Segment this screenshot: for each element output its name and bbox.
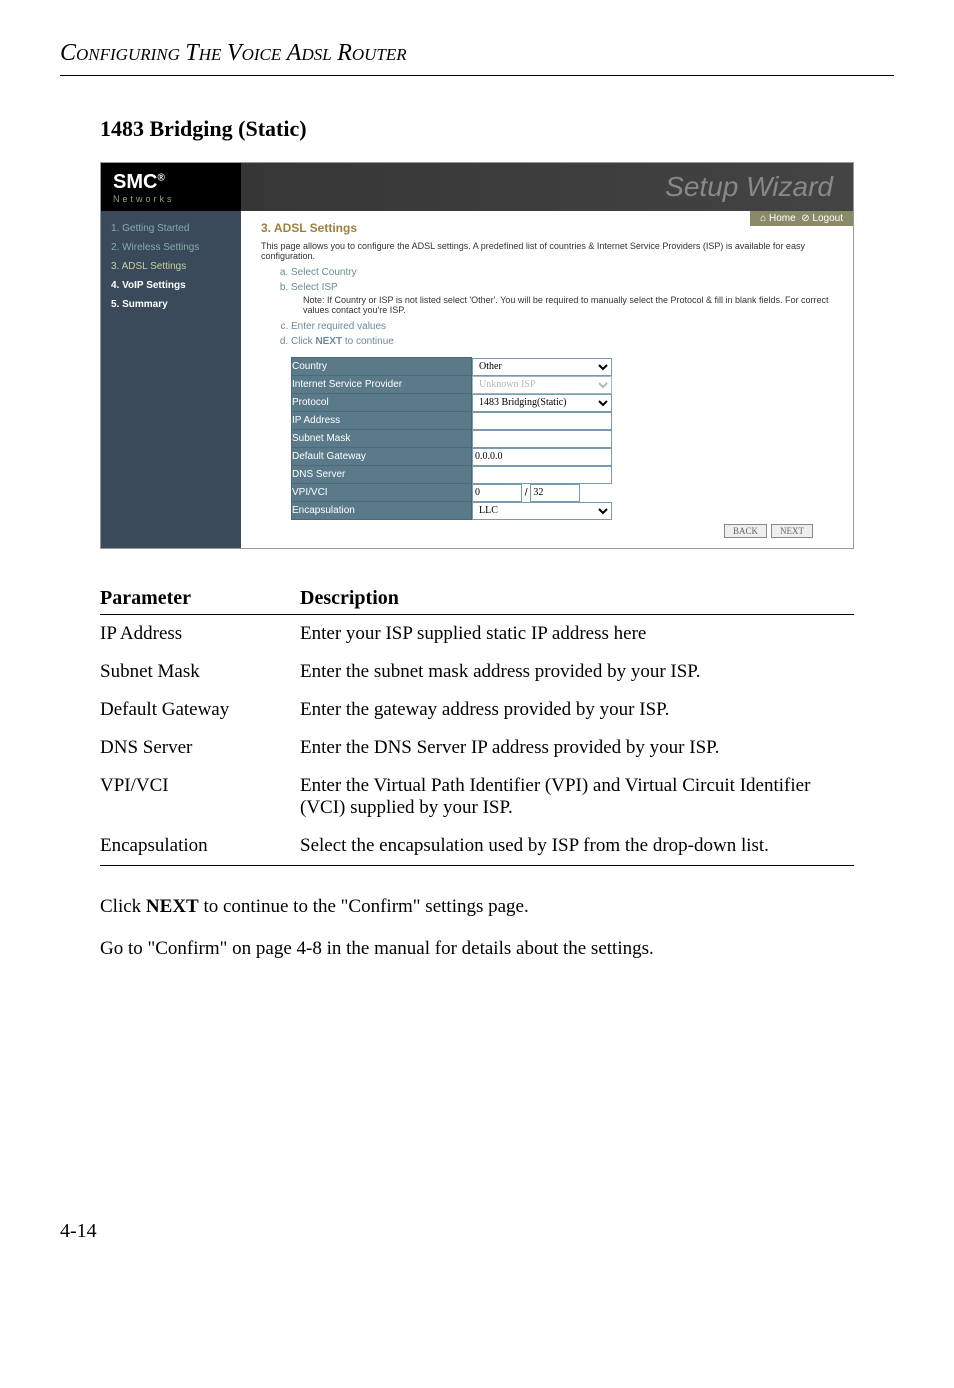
form-label-internet-service-provider: Internet Service Provider [292, 376, 472, 394]
panel-title: 3. ADSL Settings [261, 221, 833, 235]
form-select-internet-service-provider[interactable]: Unknown ISP [472, 376, 612, 394]
param-description: Enter the DNS Server IP address provided… [300, 729, 854, 767]
wizard-sidebar: 1. Getting Started 2. Wireless Settings … [101, 211, 241, 548]
form-input-vci[interactable] [530, 484, 580, 502]
back-button[interactable]: BACK [724, 524, 767, 538]
header-rule [60, 75, 894, 76]
table-row: VPI/VCIEnter the Virtual Path Identifier… [100, 767, 854, 827]
param-name: DNS Server [100, 729, 300, 767]
goto-confirm-text: Go to "Confirm" on page 4-8 in the manua… [100, 938, 854, 960]
wizard-title: Setup Wizard [241, 171, 853, 203]
app-header: SMC® Networks Setup Wizard [101, 163, 853, 211]
form-input-subnet-mask[interactable] [472, 430, 612, 448]
page-header: CONFIGURING THE VOICE ADSL ROUTER [60, 40, 894, 67]
desc-col-header: Description [300, 579, 854, 615]
section-title: 1483 Bridging (Static) [100, 116, 894, 142]
form-label-default-gateway: Default Gateway [292, 448, 472, 466]
form-label-encapsulation: Encapsulation [292, 502, 472, 520]
step-b: Select ISP Note: If Country or ISP is no… [291, 282, 833, 315]
click-next-text: Click NEXT to continue to the "Confirm" … [100, 896, 854, 918]
table-row: Subnet MaskEnter the subnet mask address… [100, 653, 854, 691]
param-name: Default Gateway [100, 691, 300, 729]
sidebar-item-wireless[interactable]: 2. Wireless Settings [101, 238, 241, 257]
page-number: 4-14 [60, 1220, 894, 1243]
table-row: EncapsulationSelect the encapsulation us… [100, 827, 854, 866]
sidebar-item-adsl[interactable]: 3. ADSL Settings [101, 257, 241, 276]
setup-wizard-screenshot: SMC® Networks Setup Wizard ⌂ Home ⊘ Logo… [100, 162, 854, 549]
logo-text: SMC® [113, 171, 175, 194]
form-select-country[interactable]: Other [472, 358, 612, 376]
logout-link[interactable]: Logout [812, 213, 843, 224]
param-col-header: Parameter [100, 579, 300, 615]
param-name: Encapsulation [100, 827, 300, 866]
sidebar-item-summary[interactable]: 5. Summary [101, 295, 241, 314]
step-a: Select Country [291, 267, 833, 278]
parameter-table: Parameter Description IP AddressEnter yo… [100, 579, 854, 866]
home-link[interactable]: Home [769, 213, 796, 224]
home-icon: ⌂ [760, 213, 766, 224]
table-row: Default GatewayEnter the gateway address… [100, 691, 854, 729]
sidebar-item-getting-started[interactable]: 1. Getting Started [101, 219, 241, 238]
step-b-note: Note: If Country or ISP is not listed se… [303, 295, 833, 315]
param-description: Enter the gateway address provided by yo… [300, 691, 854, 729]
form-label-subnet-mask: Subnet Mask [292, 430, 472, 448]
table-row: IP AddressEnter your ISP supplied static… [100, 615, 854, 654]
steps-list: Select Country Select ISP Note: If Count… [261, 267, 833, 347]
wizard-buttons: BACK NEXT [261, 524, 833, 538]
form-label-ip-address: IP Address [292, 412, 472, 430]
form-input-default-gateway[interactable] [472, 448, 612, 466]
step-d: Click NEXT to continue [291, 336, 833, 347]
table-row: DNS ServerEnter the DNS Server IP addres… [100, 729, 854, 767]
form-input-vpi[interactable] [472, 484, 522, 502]
logo-subtext: Networks [113, 194, 175, 204]
form-select-protocol[interactable]: 1483 Bridging(Static) [472, 394, 612, 412]
panel-info-text: This page allows you to configure the AD… [261, 241, 833, 261]
wizard-main-panel: 3. ADSL Settings This page allows you to… [241, 211, 853, 548]
form-label-protocol: Protocol [292, 394, 472, 412]
sidebar-item-voip[interactable]: 4. VoIP Settings [101, 276, 241, 295]
param-name: Subnet Mask [100, 653, 300, 691]
param-name: IP Address [100, 615, 300, 654]
logo-area: SMC® Networks [101, 163, 241, 211]
param-description: Enter the Virtual Path Identifier (VPI) … [300, 767, 854, 827]
logout-icon: ⊘ [801, 213, 809, 224]
adsl-form-table: CountryOtherInternet Service ProviderUnk… [291, 357, 752, 520]
form-label-country: Country [292, 358, 472, 376]
form-label-vpi-vci: VPI/VCI [292, 484, 472, 502]
step-c: Enter required values [291, 321, 833, 332]
form-select-encapsulation[interactable]: LLC [472, 502, 612, 520]
param-description: Enter your ISP supplied static IP addres… [300, 615, 854, 654]
param-name: VPI/VCI [100, 767, 300, 827]
form-input-dns-server[interactable] [472, 466, 612, 484]
form-input-ip-address[interactable] [472, 412, 612, 430]
param-description: Select the encapsulation used by ISP fro… [300, 827, 854, 866]
home-logout-bar: ⌂ Home ⊘ Logout [750, 211, 853, 226]
next-button[interactable]: NEXT [771, 524, 813, 538]
param-description: Enter the subnet mask address provided b… [300, 653, 854, 691]
form-label-dns-server: DNS Server [292, 466, 472, 484]
